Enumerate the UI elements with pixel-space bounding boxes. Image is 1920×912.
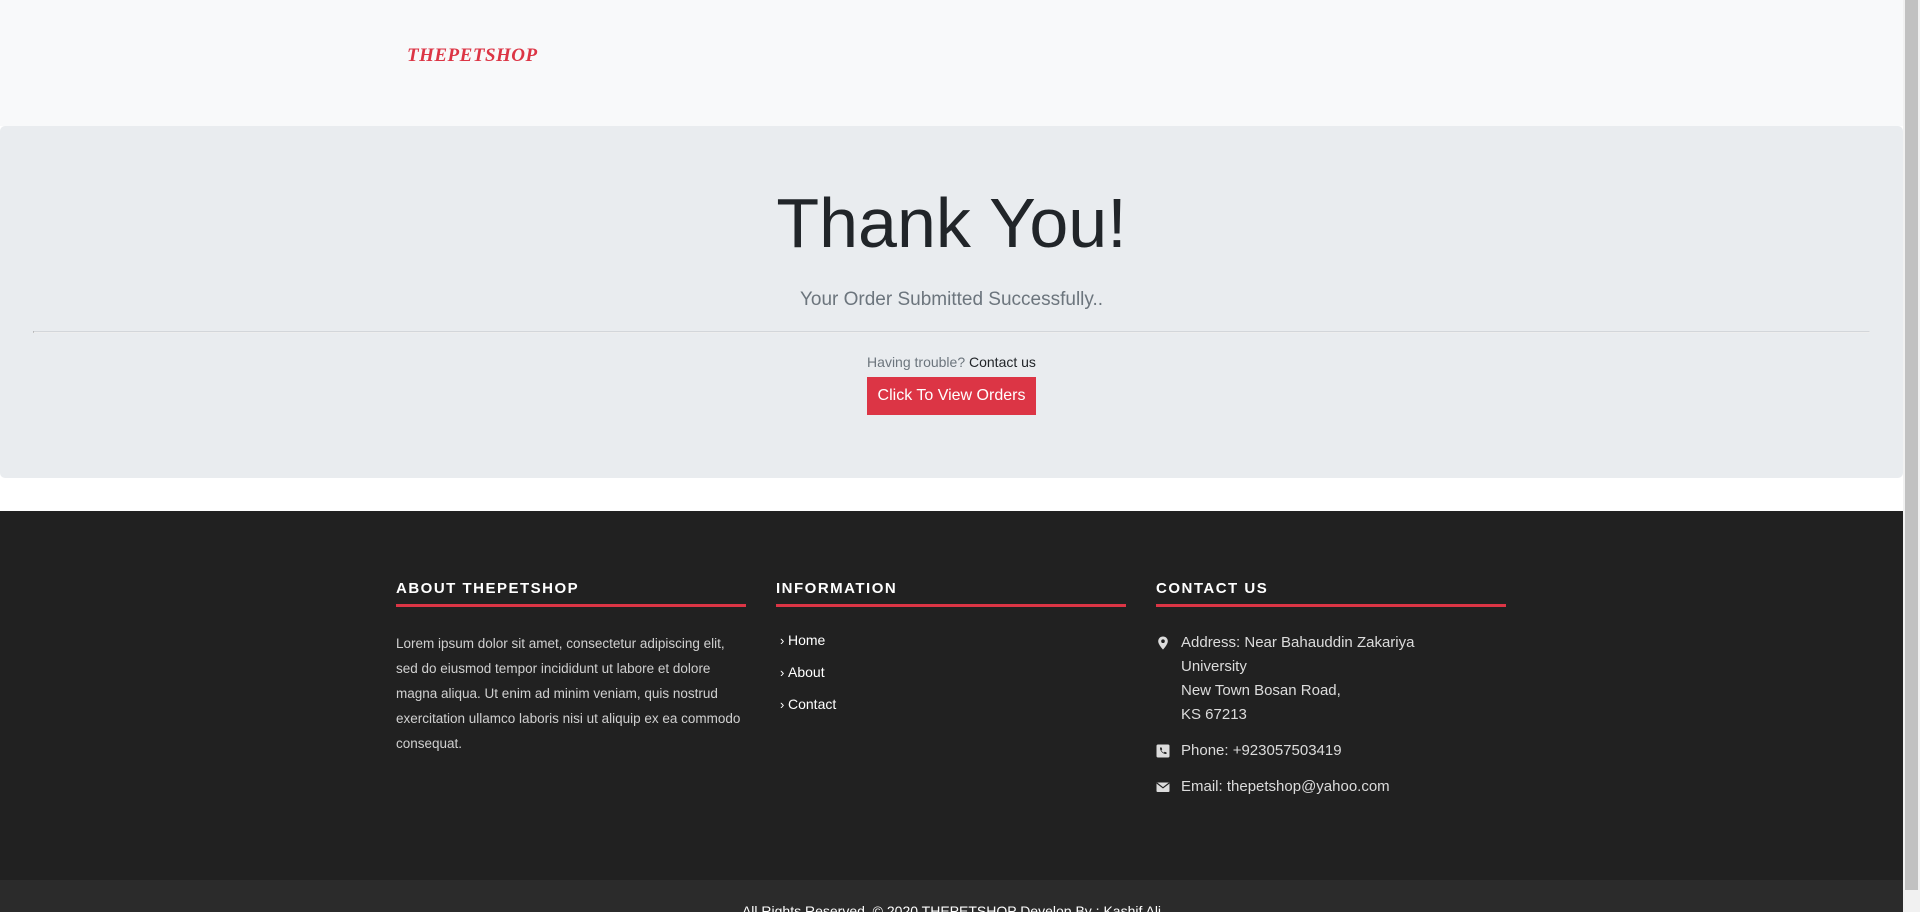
- trouble-text: Having trouble?: [867, 354, 966, 370]
- about-text: Lorem ipsum dolor sit amet, consectetur …: [396, 636, 741, 751]
- address-line-1: Address: Near Bahauddin Zakariya: [1181, 634, 1415, 651]
- info-link-about[interactable]: › About: [776, 664, 1126, 696]
- address-line-3: New Town Bosan Road,: [1181, 682, 1341, 699]
- thank-you-heading: Thank You!: [776, 184, 1127, 262]
- phone-text: Phone: +923057503419: [1181, 742, 1342, 759]
- info-link-contact[interactable]: › Contact: [776, 696, 1126, 728]
- about-heading: ABOUT THEPETSHOP: [396, 580, 746, 607]
- divider: [33, 331, 1870, 333]
- email-text: Email: thepetshop@yahoo.com: [1181, 778, 1390, 795]
- map-marker-icon: [1158, 636, 1168, 650]
- contact-heading: CONTACT US: [1156, 580, 1506, 607]
- thank-you-jumbotron: Thank You! Your Order Submitted Successf…: [0, 126, 1903, 478]
- chevron-right-icon: ›: [780, 633, 785, 648]
- copyright-text: All Rights Reserved. © 2020 THEPETSHOP D…: [741, 903, 1162, 912]
- footer-contact-column: CONTACT US Address: Near Bahauddin Zakar…: [1156, 580, 1506, 799]
- footer-about-column: ABOUT THEPETSHOP Lorem ipsum dolor sit a…: [396, 580, 746, 756]
- chevron-right-icon: ›: [780, 697, 785, 712]
- information-heading: INFORMATION: [776, 580, 1126, 607]
- phone-square-icon: [1156, 744, 1170, 758]
- page-viewport: THEPETSHOP Thank You! Your Order Submitt…: [0, 0, 1903, 912]
- footer-information-column: INFORMATION › Home › About › Contact: [776, 580, 1126, 728]
- about-link[interactable]: About: [786, 664, 825, 680]
- trouble-line: Having trouble? Contact us: [0, 354, 1903, 370]
- navbar: THEPETSHOP: [0, 0, 1903, 126]
- contact-email: Email: thepetshop@yahoo.com: [1156, 775, 1506, 799]
- order-success-message: Your Order Submitted Successfully..: [799, 289, 1104, 310]
- envelope-icon: [1156, 782, 1170, 792]
- info-link-home[interactable]: › Home: [776, 632, 1126, 664]
- contact-address: Address: Near Bahauddin Zakariya Univers…: [1156, 631, 1506, 727]
- copyright-bar: All Rights Reserved. © 2020 THEPETSHOP D…: [0, 880, 1903, 912]
- brand-logo-link[interactable]: THEPETSHOP: [407, 45, 538, 67]
- information-links: › Home › About › Contact: [776, 632, 1126, 728]
- contact-link[interactable]: Contact: [786, 696, 836, 712]
- footer: ABOUT THEPETSHOP Lorem ipsum dolor sit a…: [0, 511, 1903, 881]
- home-link[interactable]: Home: [786, 632, 825, 648]
- address-line-4: KS 67213: [1181, 706, 1247, 723]
- chevron-right-icon: ›: [780, 665, 785, 680]
- address-line-2: University: [1181, 658, 1247, 675]
- scrollbar-thumb[interactable]: [1905, 0, 1918, 890]
- view-orders-button[interactable]: Click To View Orders: [867, 377, 1036, 415]
- contact-us-link[interactable]: Contact us: [969, 354, 1036, 370]
- contact-phone: Phone: +923057503419: [1156, 739, 1506, 763]
- page-scrollbar[interactable]: [1903, 0, 1920, 912]
